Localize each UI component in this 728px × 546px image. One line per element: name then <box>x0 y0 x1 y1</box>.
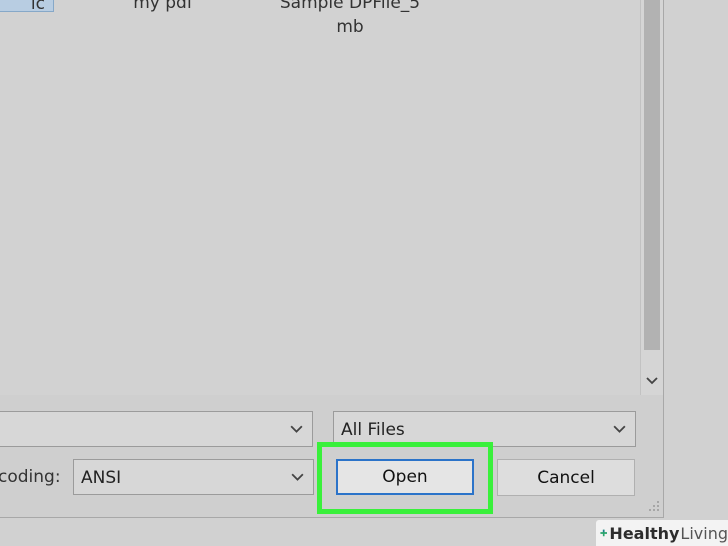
file-item-selected[interactable]: ic <box>0 0 54 14</box>
cancel-button[interactable]: Cancel <box>497 459 635 496</box>
file-item-label-line2: mb <box>336 17 364 37</box>
file-name-select[interactable] <box>0 411 313 447</box>
chevron-down-icon <box>290 425 303 433</box>
encoding-label: coding: <box>0 467 61 487</box>
screenshot-stage: ic my pdf Sample DPFile_5 mb All Files c… <box>0 0 728 546</box>
chevron-down-icon <box>613 425 626 433</box>
open-button-label: Open <box>382 467 428 487</box>
file-item-label: my pdf <box>133 0 193 13</box>
cross-icon <box>600 529 608 537</box>
file-item-label: ic <box>30 0 45 14</box>
resize-grip-icon[interactable] <box>648 500 660 512</box>
vertical-scrollbar[interactable] <box>640 0 663 395</box>
chevron-down-icon <box>291 473 304 481</box>
file-item-my-pdf[interactable]: my pdf <box>118 0 208 14</box>
healthy-living-watermark: Healthy Living <box>596 520 728 546</box>
chevron-down-icon[interactable] <box>641 370 663 392</box>
file-item-sample-pdf[interactable]: Sample DPFile_5 mb <box>265 0 435 38</box>
cancel-button-label: Cancel <box>537 467 595 488</box>
open-file-dialog: ic my pdf Sample DPFile_5 mb All Files c… <box>0 0 664 518</box>
file-item-label-line1: Sample DPFile_5 <box>279 0 421 13</box>
file-type-value: All Files <box>341 420 405 440</box>
open-button[interactable]: Open <box>336 459 474 495</box>
scrollbar-thumb[interactable] <box>644 0 660 350</box>
watermark-brand-light: Living <box>680 523 728 543</box>
file-list-area[interactable]: ic my pdf Sample DPFile_5 mb <box>0 0 640 395</box>
watermark-brand-bold: Healthy <box>609 523 680 543</box>
encoding-value: ANSI <box>81 468 122 488</box>
encoding-select[interactable]: ANSI <box>73 459 314 495</box>
